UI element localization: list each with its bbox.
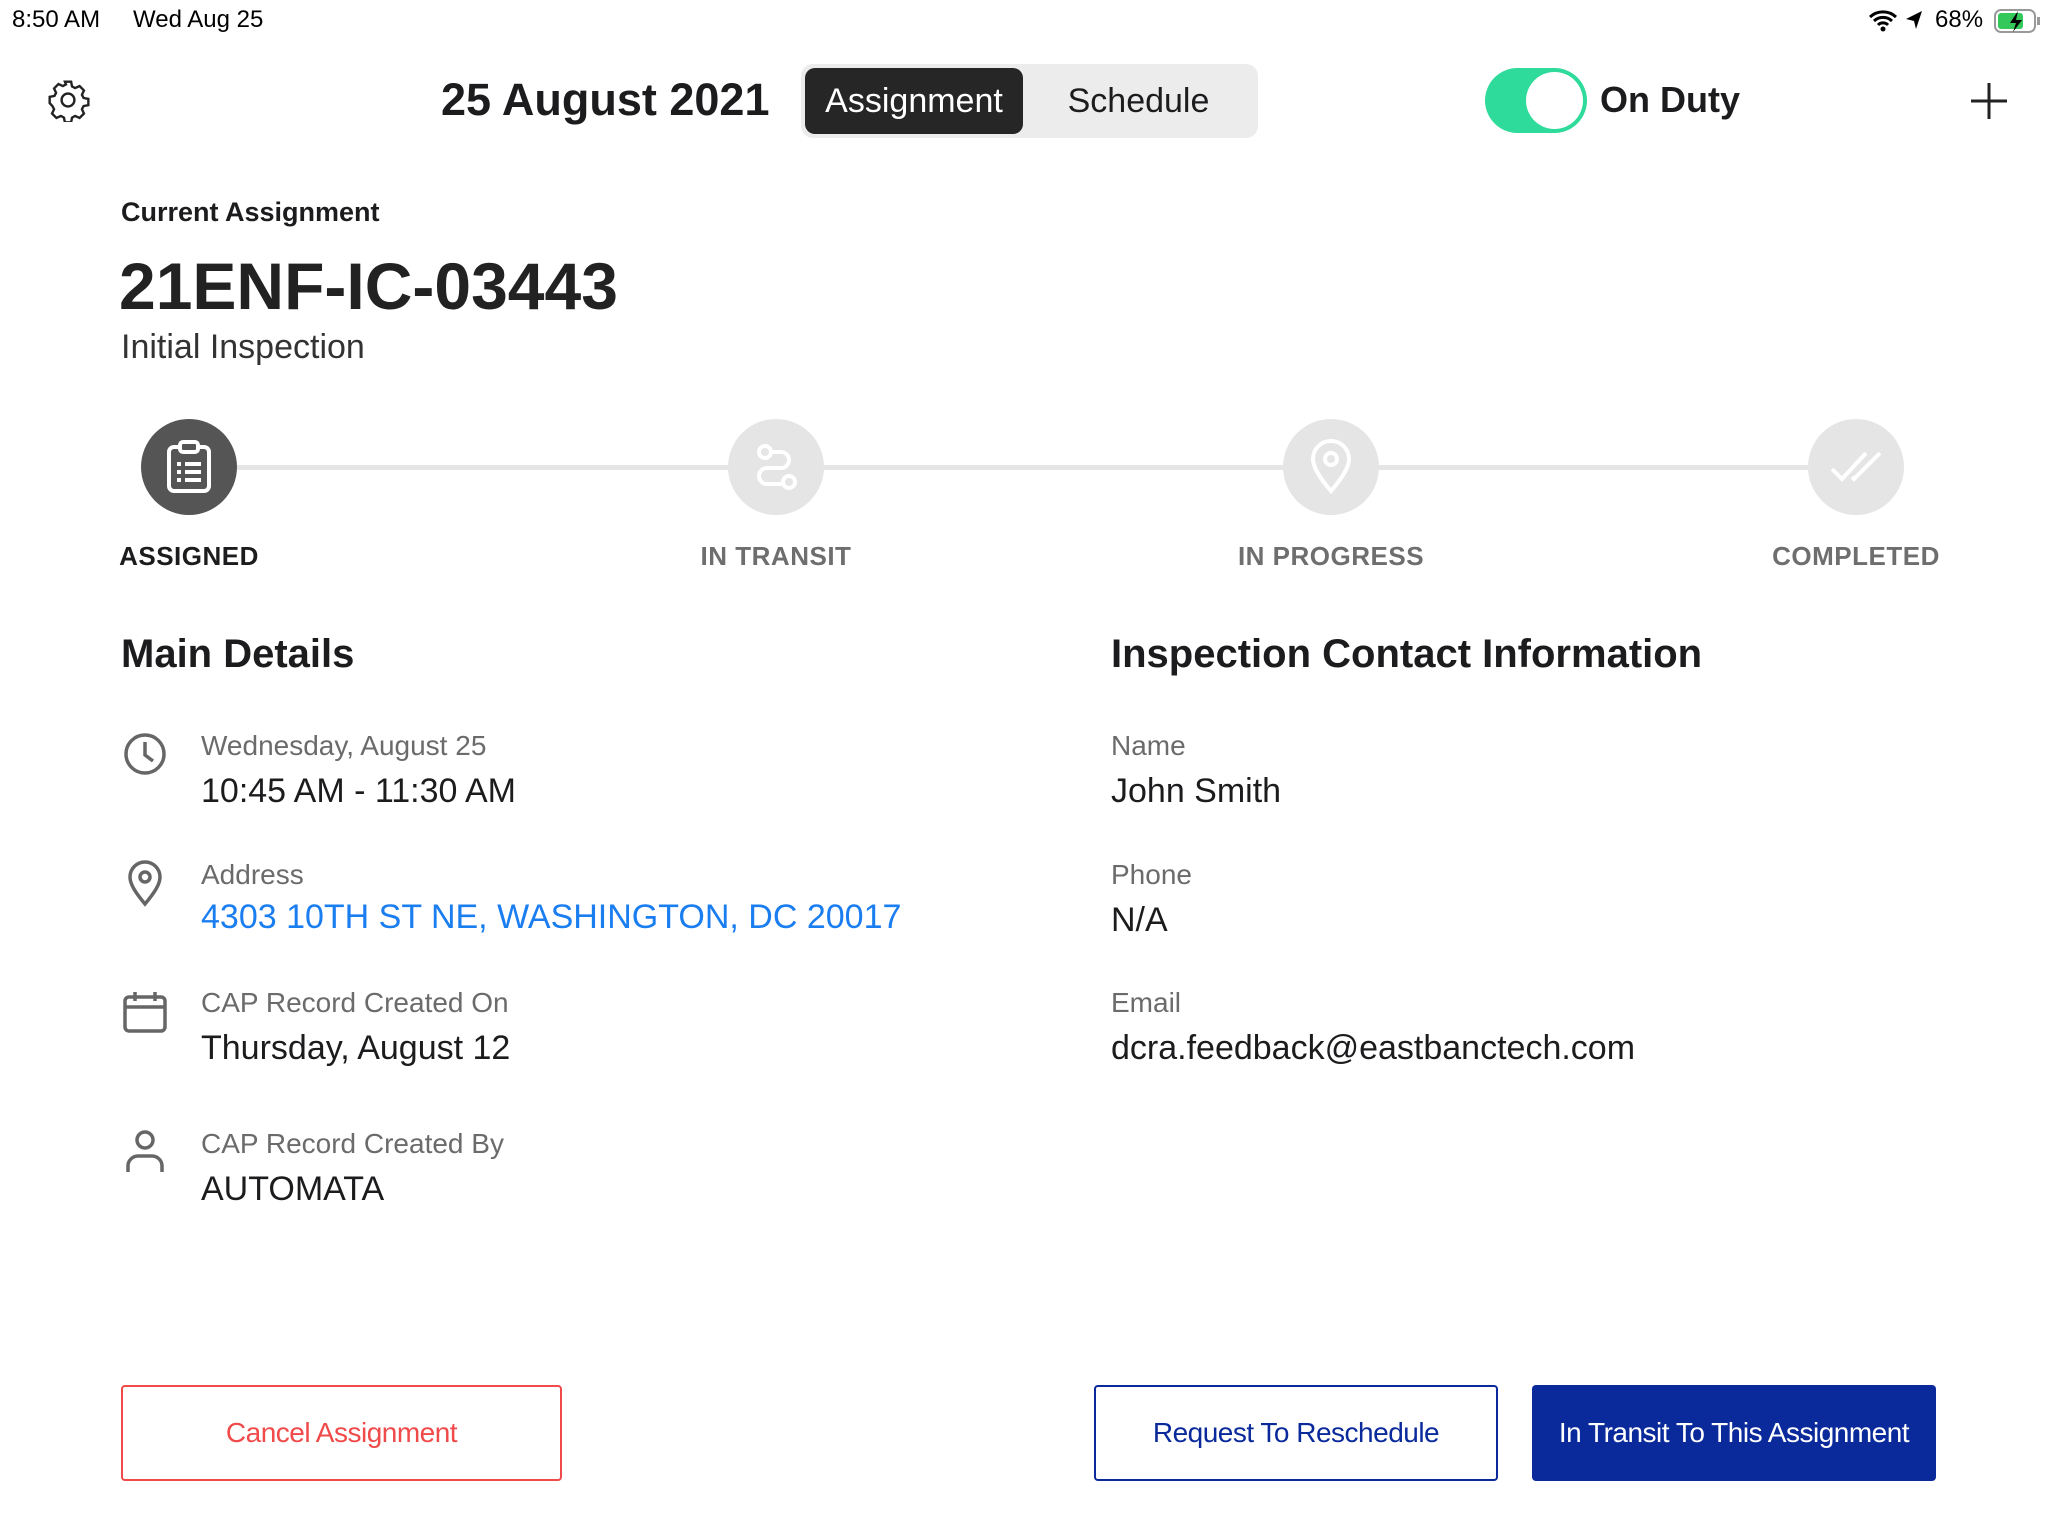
created-on-value: Thursday, August 12 — [201, 1029, 511, 1067]
step-label-in-transit: IN TRANSIT — [700, 541, 852, 571]
step-label-assigned: ASSIGNED — [119, 541, 259, 571]
contact-email-label: Email — [1111, 987, 1182, 1018]
calendar-icon — [123, 992, 167, 1033]
location-icon — [1906, 11, 1922, 29]
on-duty-label: On Duty — [1600, 79, 1740, 120]
tab-assignment[interactable]: Assignment — [805, 68, 1023, 134]
status-time: 8:50 AM — [12, 6, 101, 33]
step-completed — [1808, 419, 1904, 515]
step-label-in-progress: IN PROGRESS — [1237, 541, 1425, 571]
location-pin-icon — [128, 860, 162, 907]
created-on-label: CAP Record Created On — [201, 987, 509, 1018]
step-in-progress — [1283, 419, 1379, 515]
clock-icon — [124, 733, 166, 775]
settings-gear-icon[interactable] — [46, 78, 90, 122]
route-icon — [757, 444, 797, 490]
contact-email-value: dcra.feedback@eastbanctech.com — [1111, 1029, 1636, 1067]
clipboard-icon — [167, 440, 211, 493]
step-assigned — [141, 419, 237, 515]
double-check-icon — [1830, 451, 1882, 482]
time-value: 10:45 AM - 11:30 AM — [201, 772, 516, 810]
request-reschedule-button[interactable]: Request To Reschedule — [1094, 1385, 1498, 1481]
tab-schedule[interactable]: Schedule — [1023, 68, 1254, 134]
assignment-id: 21ENF-IC-03443 — [119, 249, 618, 323]
main-details-title: Main Details — [121, 632, 355, 676]
progress-track — [237, 465, 1808, 470]
address-label: Address — [201, 859, 304, 890]
step-in-transit — [728, 419, 824, 515]
battery-percent: 68% — [1935, 6, 1984, 33]
current-assignment-label: Current Assignment — [121, 197, 380, 227]
contact-name-label: Name — [1111, 730, 1186, 761]
view-segmented-control: Assignment Schedule — [801, 64, 1258, 138]
assignment-type: Initial Inspection — [121, 328, 365, 366]
address-link[interactable]: 4303 10TH ST NE, WASHINGTON, DC 20017 — [201, 898, 901, 937]
in-transit-button[interactable]: In Transit To This Assignment — [1532, 1385, 1936, 1481]
map-pin-icon — [1310, 439, 1352, 495]
contact-phone-value: N/A — [1111, 901, 1168, 939]
person-icon — [126, 1130, 164, 1172]
time-label: Wednesday, August 25 — [201, 730, 487, 761]
status-date: Wed Aug 25 — [133, 6, 264, 33]
created-by-label: CAP Record Created By — [201, 1128, 504, 1159]
contact-info-title: Inspection Contact Information — [1111, 632, 1703, 676]
cancel-assignment-button[interactable]: Cancel Assignment — [121, 1385, 562, 1481]
battery-charging-icon — [1994, 9, 2040, 33]
on-duty-toggle[interactable] — [1485, 68, 1587, 133]
date-title: 25 August 2021 — [441, 74, 770, 125]
created-by-value: AUTOMATA — [201, 1170, 385, 1208]
step-label-completed: COMPLETED — [1772, 541, 1940, 571]
contact-phone-label: Phone — [1111, 859, 1192, 890]
add-plus-icon[interactable] — [1969, 81, 2009, 121]
wifi-icon — [1868, 10, 1898, 32]
contact-name-value: John Smith — [1111, 772, 1282, 810]
